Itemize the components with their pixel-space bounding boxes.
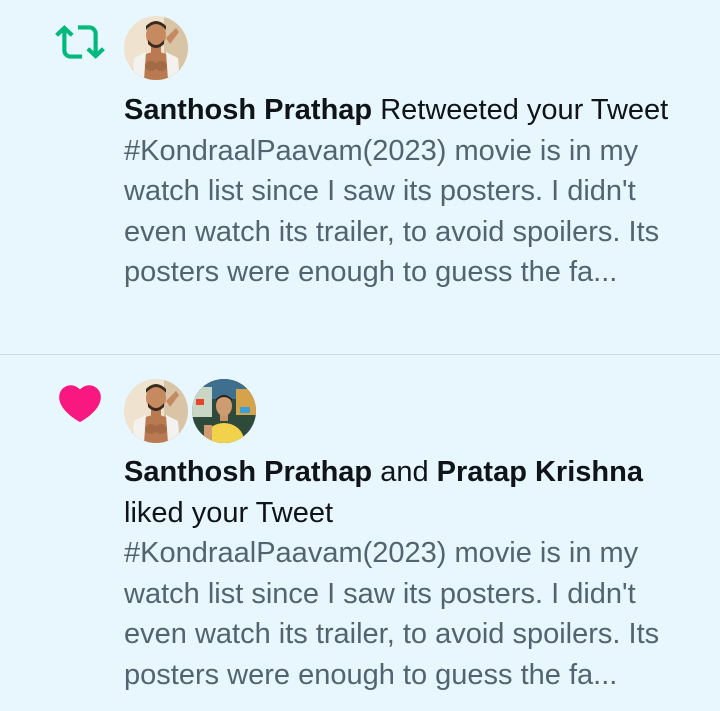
notification-retweet[interactable]: Santhosh Prathap Retweeted your Tweet #K…: [0, 0, 720, 354]
actor-avatars: [124, 16, 188, 80]
heart-icon: [59, 385, 101, 423]
notification-headline: Santhosh Prathap Retweeted your Tweet: [124, 90, 700, 131]
actor-name[interactable]: Santhosh Prathap: [124, 94, 372, 126]
notification-headline: Santhosh Prathap and Pratap Krishna like…: [124, 452, 700, 533]
notification-like[interactable]: Santhosh Prathap and Pratap Krishna like…: [0, 355, 720, 711]
action-text: Retweeted your Tweet: [372, 94, 669, 126]
actor-avatars: [124, 379, 256, 443]
retweet-icon: [55, 25, 105, 59]
tweet-preview-text: #KondraalPaavam(2023) movie is in my wat…: [124, 134, 660, 289]
actor-name[interactable]: Pratap Krishna: [437, 456, 643, 488]
notification-content: Santhosh Prathap and Pratap Krishna like…: [124, 452, 700, 695]
tweet-preview-text: #KondraalPaavam(2023) movie is in my wat…: [124, 537, 660, 691]
actor-name[interactable]: Santhosh Prathap: [124, 456, 372, 488]
connector-text: and: [372, 456, 437, 488]
notification-content: Santhosh Prathap Retweeted your Tweet #K…: [124, 90, 700, 293]
action-text: liked your Tweet: [124, 496, 334, 529]
avatar-pratap-krishna[interactable]: [192, 379, 256, 443]
avatar-santhosh-prathap[interactable]: [124, 16, 188, 80]
avatar-santhosh-prathap[interactable]: [124, 379, 188, 443]
